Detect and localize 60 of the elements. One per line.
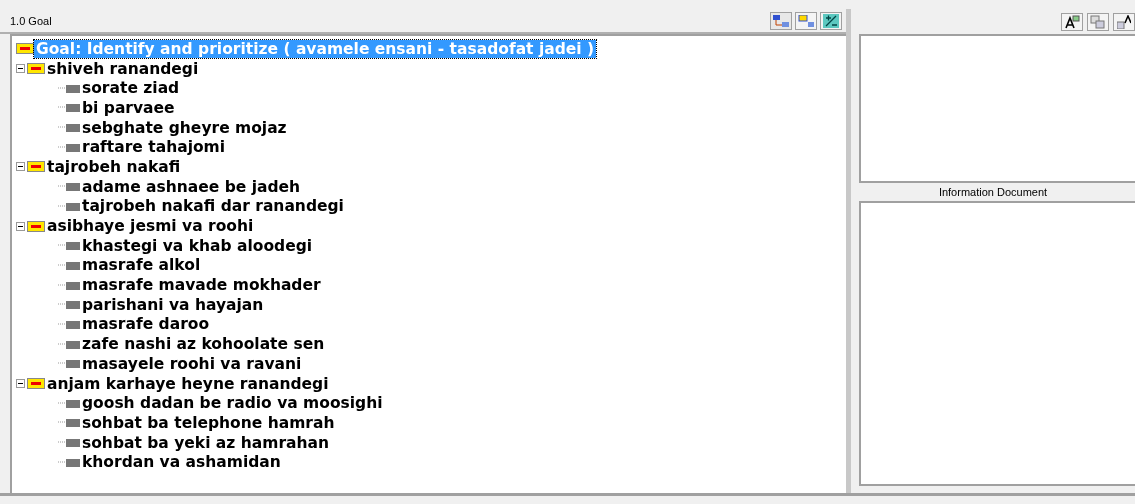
- tree-node-label[interactable]: anjam karhaye heyne ranandegi: [45, 374, 331, 393]
- nodes-icon: [798, 14, 814, 27]
- leaf-node-icon: [58, 438, 80, 448]
- tree-node-label[interactable]: shiveh ranandegi: [45, 59, 201, 78]
- leaf-node-icon: [58, 241, 80, 251]
- tree-view-button[interactable]: [770, 11, 792, 30]
- tree-node-label[interactable]: raftare tahajomi: [80, 138, 228, 157]
- leaf-node-icon: [58, 319, 80, 329]
- tree-node-label[interactable]: sebghate gheyre mojaz: [80, 118, 289, 137]
- hierarchy-icon: [773, 14, 789, 27]
- collapse-toggle[interactable]: [16, 162, 25, 172]
- leaf-node-icon: [58, 201, 80, 211]
- leaf-node-icon: [58, 103, 80, 113]
- tree-node-label[interactable]: sohbat ba yeki az hamrahan: [80, 433, 331, 452]
- windows-icon: [1090, 14, 1106, 29]
- leaf-node-icon: [58, 280, 80, 290]
- collapse-toggle[interactable]: [16, 379, 25, 389]
- tree-node-label[interactable]: tajrobeh nakafi dar ranandegi: [80, 197, 346, 216]
- tree-node-label[interactable]: masrafe mavade mokhader: [80, 276, 323, 295]
- tree-node-label[interactable]: masrafe alkol: [80, 256, 203, 275]
- tree-node-label[interactable]: bi parvaee: [80, 98, 177, 117]
- goal-node-icon: [27, 161, 45, 173]
- leaf-node-icon: [58, 260, 80, 270]
- tree-node-label[interactable]: khastegi va khab aloodegi: [80, 236, 315, 255]
- node-view-button[interactable]: [795, 11, 817, 30]
- tree-node-label[interactable]: masrafe daroo: [80, 315, 212, 334]
- goal-node-icon: [27, 378, 45, 390]
- tree-node-label[interactable]: sohbat ba telephone hamrah: [80, 413, 337, 432]
- tree-node-label[interactable]: parishani va hayajan: [80, 295, 266, 314]
- leaf-node-icon: [58, 83, 80, 93]
- leaf-node-icon: [58, 300, 80, 310]
- leaf-node-icon: [58, 418, 80, 428]
- plus-minus-icon: [823, 13, 839, 28]
- leaf-node-icon: [58, 123, 80, 133]
- goal-node-icon: [16, 43, 34, 55]
- tree-node-label[interactable]: khordan va ashamidan: [80, 453, 283, 472]
- plus-minus-button[interactable]: [820, 11, 842, 30]
- font-size-icon: [1117, 14, 1131, 29]
- pane-label: Information Document: [937, 185, 1049, 200]
- tree-node-label[interactable]: asibhaye jesmi va roohi: [45, 217, 256, 236]
- goal-node-icon: [27, 220, 45, 232]
- font-icon: [1064, 14, 1080, 29]
- leaf-node-icon: [58, 457, 80, 467]
- leaf-node-icon: [58, 142, 80, 152]
- leaf-node-icon: [58, 339, 80, 349]
- font-button[interactable]: [1061, 12, 1083, 31]
- collapse-toggle[interactable]: [16, 221, 25, 231]
- font-size-button[interactable]: [1113, 12, 1135, 31]
- leaf-node-icon: [58, 182, 80, 192]
- leaf-node-icon: [58, 359, 80, 369]
- tree-node-label[interactable]: adame ashnaee be jadeh: [80, 177, 303, 196]
- tree-node-label[interactable]: tajrobeh nakafi: [45, 157, 183, 176]
- tree-node-label[interactable]: sorate ziad: [80, 79, 182, 98]
- leaf-node-icon: [58, 398, 80, 408]
- goal-node-icon: [27, 63, 45, 75]
- collapse-toggle[interactable]: [16, 64, 25, 74]
- panel-title: 1.0 Goal: [10, 14, 52, 27]
- tree-node-label[interactable]: goosh dadan be radio va moosighi: [80, 394, 385, 413]
- tree-node-label[interactable]: zafe nashi az kohoolate sen: [80, 335, 327, 354]
- tree-node-label[interactable]: masayele roohi va ravani: [80, 354, 304, 373]
